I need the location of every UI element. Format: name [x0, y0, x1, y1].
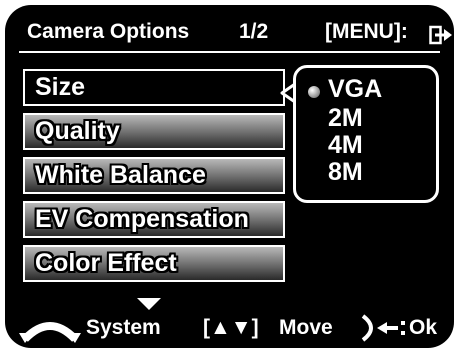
menu-item-ev-compensation[interactable]: EV Compensation [23, 201, 285, 238]
menu-title: Camera Options [27, 20, 190, 43]
system-hint: System [86, 316, 161, 339]
exit-arrow-icon [429, 25, 452, 45]
menu-item-label: White Balance [35, 161, 206, 189]
menu-exit-hint: [MENU]: [325, 20, 408, 43]
ok-hint: Ok [409, 316, 438, 339]
selected-dot-icon [308, 86, 320, 98]
menu-item-label: Quality [35, 117, 120, 145]
option-8m[interactable]: 8M [328, 158, 363, 187]
rotate-dial-icon [19, 322, 81, 343]
move-keys-hint: [▲▼] [203, 316, 259, 339]
menu-item-label: Size [35, 73, 86, 101]
option-vga[interactable]: VGA [328, 75, 382, 104]
header: Camera Options 1/2 [MENU]: [23, 16, 452, 50]
menu-item-label: Color Effect [35, 249, 177, 277]
menu-item-label: EV Compensation [35, 205, 249, 233]
menu-item-white-balance[interactable]: White Balance [23, 157, 285, 194]
footer-hints: System [▲▼] Move Ok [5, 308, 454, 346]
size-options-popup: VGA 2M 4M 8M [293, 65, 439, 203]
camera-screen: Camera Options 1/2 [MENU]: Size Quality … [5, 5, 454, 348]
menu-list: Size Quality White Balance EV Compensati… [23, 69, 285, 289]
move-hint: Move [279, 316, 333, 339]
menu-item-size[interactable]: Size [23, 69, 285, 106]
option-2m[interactable]: 2M [328, 104, 363, 133]
option-4m[interactable]: 4M [328, 131, 363, 160]
page-indicator: 1/2 [239, 20, 269, 43]
header-divider [19, 51, 440, 53]
menu-item-quality[interactable]: Quality [23, 113, 285, 150]
menu-item-color-effect[interactable]: Color Effect [23, 245, 285, 282]
ok-button-icon [361, 314, 405, 342]
